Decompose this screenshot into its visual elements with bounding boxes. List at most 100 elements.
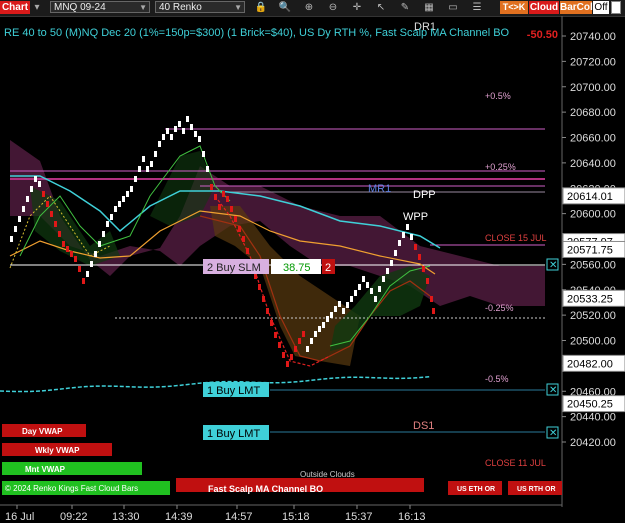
barcol-toggle-button[interactable]: BarCol [560,1,593,14]
level-label-minus025: -0.25% [485,303,514,313]
zoom-in-icon[interactable]: ⊕ [300,1,318,14]
renko-brick-up [206,166,209,172]
price-flag-lmt2-text: 20450.25 [567,399,613,411]
pencil-icon[interactable]: ✎ [396,1,414,14]
buy-slm-order-text: 2 Buy SLM [207,262,261,274]
tk-toggle-button[interactable]: T<>K [500,1,528,14]
cloud-toggle-button[interactable]: Cloud [529,1,559,14]
renko-brick-up [358,284,361,290]
renko-brick-up [330,312,333,318]
renko-brick-up [34,176,37,182]
y-tick-label: 20560.00 [570,259,616,271]
renko-brick-up [342,308,345,314]
lock-icon[interactable]: 🔒 [252,1,270,14]
instrument-selector[interactable]: MNQ 09-24 ▼ [50,1,150,13]
renko-brick-up [394,250,397,256]
renko-brick-up [146,166,149,172]
renko-brick-down [46,201,49,207]
price-flag-last-text: 20533.25 [567,293,613,305]
dropdown-icon[interactable]: ▾ [32,1,42,14]
y-tick-label: 20600.00 [570,209,616,221]
bar-type-selector[interactable]: 40 Renko ▼ [155,1,245,13]
renko-brick-down [78,266,81,272]
renko-brick-down [426,278,429,284]
renko-brick-up [38,181,41,187]
renko-brick-up [162,134,165,140]
renko-brick-up [174,126,177,132]
renko-brick-down [242,236,245,242]
renko-brick-down [222,191,225,197]
level-label-close11: CLOSE 11 JUL [485,458,546,468]
renko-brick-down [432,308,435,314]
renko-brick-down [70,251,73,257]
x-tick-label: 14:39 [165,511,193,523]
renko-brick-up [170,134,173,140]
renko-brick-up [186,116,189,122]
grid-icon[interactable]: ▦ [420,1,438,14]
renko-brick-down [282,352,285,358]
price-flag-lmt1-text: 20482.00 [567,358,613,370]
close-icon-glyph: ✕ [549,385,557,396]
y-tick-label: 20700.00 [570,82,616,94]
crosshair-icon[interactable]: ✛ [348,1,366,14]
renko-brick-up [126,191,129,197]
renko-brick-up [26,196,29,202]
renko-brick-up [86,271,89,277]
chart-menu-button[interactable]: Chart [0,1,30,14]
renko-brick-up [382,276,385,282]
chart-toolbar: Chart ▾ MNQ 09-24 ▼ 40 Renko ▼ 🔒 🔍 ⊕ ⊖ ✛ ↖ ✎ ▦ ▭ ☰ … [0,0,625,17]
renko-brick-down [62,241,65,247]
renko-brick-up [190,124,193,130]
renko-brick-up [198,136,201,142]
price-flag-slm-text: 20571.75 [567,244,613,256]
wkly-vwap-text: Wkly VWAP [35,446,80,455]
renko-brick-up [154,151,157,157]
renko-brick-up [158,141,161,147]
renko-brick-down [58,231,61,237]
chart-title: RE 40 to 50 (M)NQ Dec 20 (1%=150p=$300) … [4,27,510,39]
data-box-icon[interactable]: ▭ [444,1,462,14]
off-toggle-button[interactable]: Off [593,1,609,14]
renko-brick-down [270,320,273,326]
renko-brick-up [142,156,145,162]
renko-brick-up [194,131,197,137]
renko-brick-up [178,121,181,127]
renko-brick-up [134,176,137,182]
cursor-icon[interactable]: ↖ [372,1,390,14]
mnt-vwap-button[interactable] [2,462,142,475]
renko-brick-up [306,346,309,352]
x-tick-label: 15:18 [282,511,310,523]
renko-brick-up [350,296,353,302]
chart-area[interactable]: DR1+0.5%+0.25%MR1 DPPWPPCLOSE 15 JUL-0.25… [0,16,625,523]
y-tick-label: 20420.00 [570,437,616,449]
zoom-out-icon[interactable]: ⊖ [324,1,342,14]
renko-brick-up [14,226,17,232]
renko-brick-up [18,216,21,222]
checkbox-icon[interactable] [611,1,621,14]
renko-brick-up [122,196,125,202]
us-eth-or-text: US ETH OR [457,486,495,493]
properties-icon[interactable]: ☰ [468,1,486,14]
level-label-dpp: DPP [413,189,436,201]
renko-brick-up [354,290,357,296]
level-label-wpp: WPP [403,211,428,223]
renko-brick-down [54,221,57,227]
magnifier-icon[interactable]: 🔍 [276,1,294,14]
renko-brick-down [82,278,85,284]
renko-brick-down [66,246,69,252]
renko-brick-down [74,256,77,262]
level-label-close15: CLOSE 15 JUL [485,233,547,243]
buy-slm-price-text: 38.75 [283,262,311,274]
renko-brick-up [182,128,185,134]
renko-brick-up [106,221,109,227]
renko-brick-up [110,214,113,220]
level-label-minus05: -0.5% [485,374,509,384]
price-flag-ma-text: 20614.01 [567,191,613,203]
renko-brick-up [402,232,405,238]
renko-brick-up [370,288,373,294]
level-label-mr1: MR1 [368,183,391,195]
renko-brick-down [238,226,241,232]
x-tick-label: 13:30 [112,511,140,523]
renko-brick-up [310,338,313,344]
renko-brick-up [102,231,105,237]
